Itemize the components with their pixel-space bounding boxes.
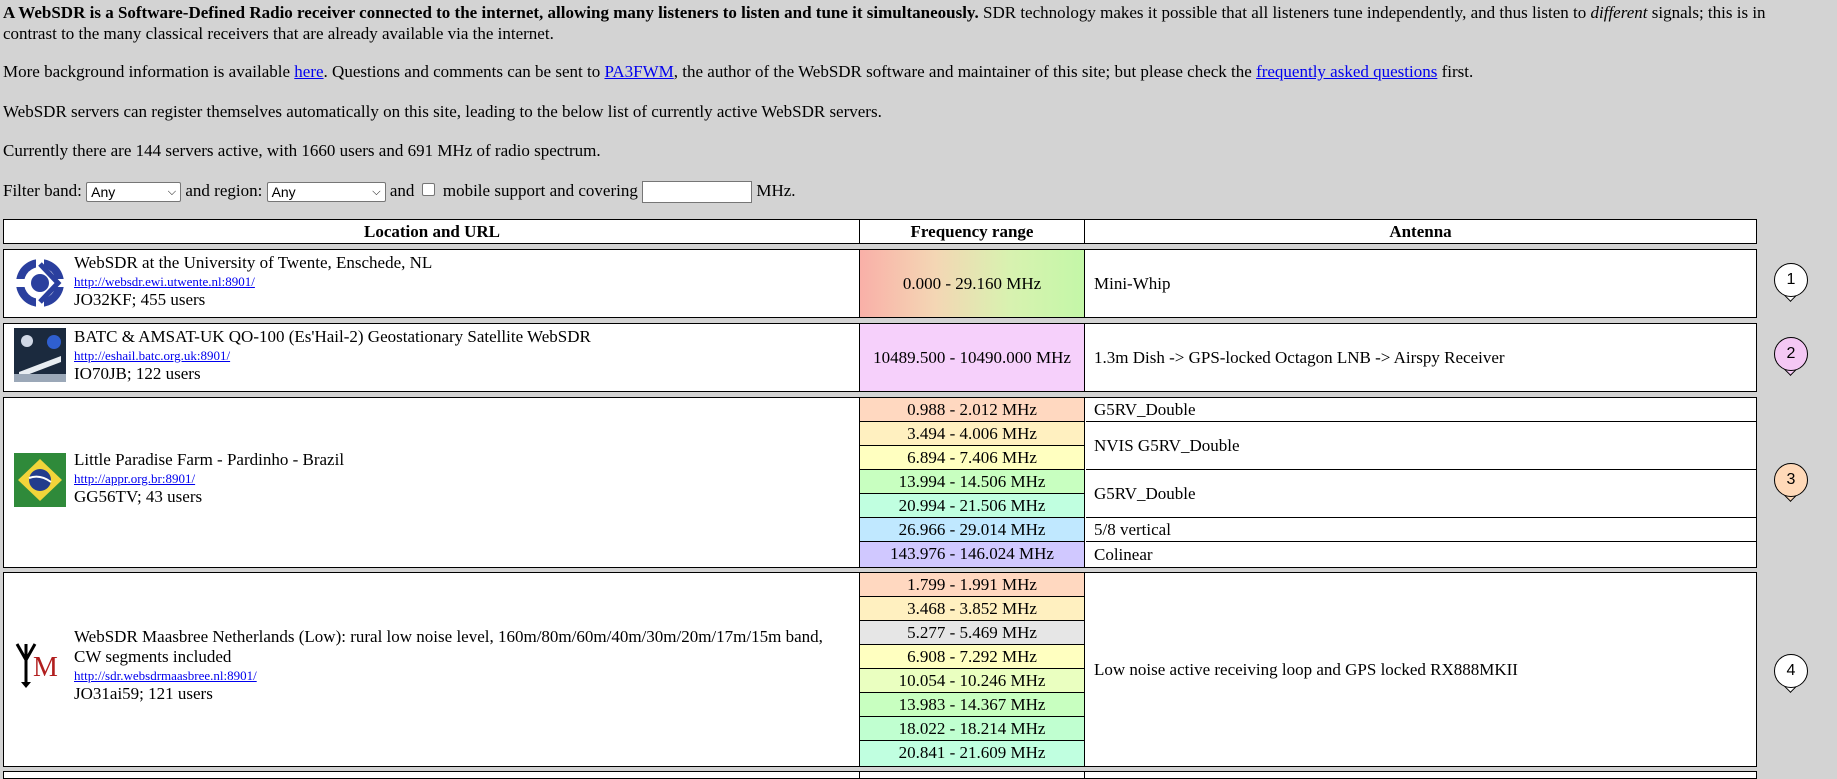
bg-text-3: , the author of the WebSDR software and … [673, 62, 1257, 81]
location-cell: WebSDR Maasbree Netherlands (Low): rural… [74, 627, 854, 704]
server-url-link[interactable]: http://eshail.batc.org.uk:8901/ [74, 347, 854, 364]
maasbree-logo-icon: M [14, 638, 66, 692]
antenna-cell: Low noise active receiving loop and GPS … [1094, 659, 1518, 679]
server-grid-users: GG56TV; 43 users [74, 487, 203, 506]
server-number-badge[interactable]: 3 [1774, 463, 1808, 497]
background-paragraph: More background information is available… [3, 62, 1473, 81]
table-row[interactable] [3, 771, 1757, 779]
server-name: WebSDR Maasbree Netherlands (Low): rural… [74, 627, 823, 646]
freq-cell: 20.841 - 21.609 MHz [860, 741, 1084, 766]
bg-text-2: . Questions and comments can be sent to [323, 62, 605, 81]
stats-text: Currently there are 144 servers active, … [3, 141, 601, 160]
filter-band-label: Filter band: [3, 181, 82, 200]
server-url-link[interactable]: http://websdr.ewi.utwente.nl:8901/ [74, 273, 854, 290]
filter-bar: Filter band: Any ⌵ and region: Any ⌵ and m… [3, 180, 796, 204]
location-cell: Little Paradise Farm - Pardinho - Brazil… [74, 450, 854, 507]
antenna-cell: Colinear [1094, 544, 1153, 564]
antenna-cell: G5RV_Double [1086, 470, 1756, 518]
freq-cell: 10.054 - 10.246 MHz [860, 669, 1084, 693]
antenna-cell: 5/8 vertical [1086, 518, 1756, 542]
filter-and-label: and [389, 181, 415, 200]
location-cell: BATC & AMSAT-UK QO-100 (Es'Hail-2) Geost… [74, 327, 854, 384]
intro-text: SDR technology makes it possible that al… [978, 3, 1591, 22]
freq-cell: 3.494 - 4.006 MHz [860, 422, 1084, 446]
server-number-badge[interactable]: 1 [1774, 263, 1808, 297]
table-row[interactable]: Little Paradise Farm - Pardinho - Brazil… [3, 397, 1757, 568]
server-name: BATC & AMSAT-UK QO-100 (Es'Hail-2) Geost… [74, 327, 591, 346]
antenna-cell: NVIS G5RV_Double [1086, 422, 1756, 470]
faq-link[interactable]: frequently asked questions [1256, 62, 1437, 81]
antenna-cell: G5RV_Double [1086, 398, 1756, 422]
intro-line2: contrast to the many classical receivers… [3, 24, 554, 43]
filter-region-label: and region: [185, 181, 263, 200]
table-row[interactable]: WebSDR at the University of Twente, Ensc… [3, 249, 1757, 318]
mobile-checkbox[interactable] [421, 182, 435, 196]
server-url-link[interactable]: http://appr.org.br:8901/ [74, 470, 854, 487]
satellite-logo-icon [14, 328, 66, 382]
freq-cell: 143.976 - 146.024 MHz [860, 542, 1084, 567]
region-select-value: Any [271, 184, 296, 201]
server-grid-users: JO31ai59; 121 users [74, 684, 213, 703]
antenna-cell: Mini-Whip [1094, 273, 1171, 293]
header-frequency: Frequency range [910, 222, 1034, 241]
websdr-page: A WebSDR is a Software-Defined Radio rec… [0, 0, 1837, 779]
antenna-cell: 1.3m Dish -> GPS-locked Octagon LNB -> A… [1094, 347, 1505, 367]
freq-cell: 5.277 - 5.469 MHz [860, 621, 1084, 645]
freq-cell: 26.966 - 29.014 MHz [860, 518, 1084, 542]
bg-text-4: first. [1437, 62, 1474, 81]
freq-cell: 10489.500 - 10490.000 MHz [860, 324, 1084, 391]
server-name: Little Paradise Farm - Pardinho - Brazil [74, 450, 345, 469]
location-cell: WebSDR at the University of Twente, Ensc… [74, 253, 854, 310]
freq-cell: 13.983 - 14.367 MHz [860, 693, 1084, 717]
chevron-down-icon: ⌵ [167, 186, 177, 199]
intro-paragraph: A WebSDR is a Software-Defined Radio rec… [3, 3, 1766, 22]
freq-cell: 0.000 - 29.160 MHz [860, 250, 1084, 317]
brazil-flag-icon [14, 453, 66, 507]
server-name-2: CW segments included [74, 647, 232, 666]
band-select-value: Any [91, 184, 116, 201]
filter-mhz-label: MHz. [756, 181, 796, 200]
intro-italic: different [1590, 3, 1648, 22]
table-header: Location and URL Frequency range Antenna [3, 219, 1757, 244]
server-number-badge[interactable]: 2 [1774, 337, 1808, 371]
bg-text-1: More background information is available [3, 62, 295, 81]
chevron-down-icon: ⌵ [372, 186, 381, 199]
header-location: Location and URL [363, 222, 501, 241]
band-select[interactable]: Any ⌵ [86, 182, 182, 203]
server-url-link[interactable]: http://sdr.websdrmaasbree.nl:8901/ [74, 667, 854, 684]
logo-letter: M [33, 652, 58, 683]
freq-cell: 6.894 - 7.406 MHz [860, 446, 1084, 470]
mhz-input[interactable] [642, 181, 753, 204]
table-row[interactable]: M WebSDR Maasbree Netherlands (Low): rur… [3, 572, 1757, 767]
freq-cell: 1.799 - 1.991 MHz [860, 573, 1084, 597]
filter-mobile-label: mobile support and covering [442, 181, 638, 200]
twente-logo-icon [14, 256, 66, 310]
freq-cell: 13.994 - 14.506 MHz [860, 470, 1084, 494]
freq-cell: 0.988 - 2.012 MHz [860, 398, 1084, 422]
table-row[interactable]: BATC & AMSAT-UK QO-100 (Es'Hail-2) Geost… [3, 323, 1757, 392]
server-name: WebSDR at the University of Twente, Ensc… [74, 253, 433, 272]
header-antenna: Antenna [1389, 222, 1452, 241]
freq-cell: 20.994 - 21.506 MHz [860, 494, 1084, 518]
freq-cell: 6.908 - 7.292 MHz [860, 645, 1084, 669]
intro-text-2: signals; this is in [1647, 3, 1766, 22]
pa3fwm-link[interactable]: PA3FWM [604, 62, 673, 81]
server-number-badge[interactable]: 4 [1774, 654, 1808, 688]
server-grid-users: JO32KF; 455 users [74, 290, 206, 309]
region-select[interactable]: Any ⌵ [266, 182, 386, 203]
freq-cell: 3.468 - 3.852 MHz [860, 597, 1084, 621]
here-link[interactable]: here [294, 62, 323, 81]
server-grid-users: IO70JB; 122 users [74, 364, 201, 383]
freq-cell: 18.022 - 18.214 MHz [860, 717, 1084, 741]
intro-bold: A WebSDR is a Software-Defined Radio rec… [3, 3, 979, 22]
register-text: WebSDR servers can register themselves a… [3, 102, 882, 121]
